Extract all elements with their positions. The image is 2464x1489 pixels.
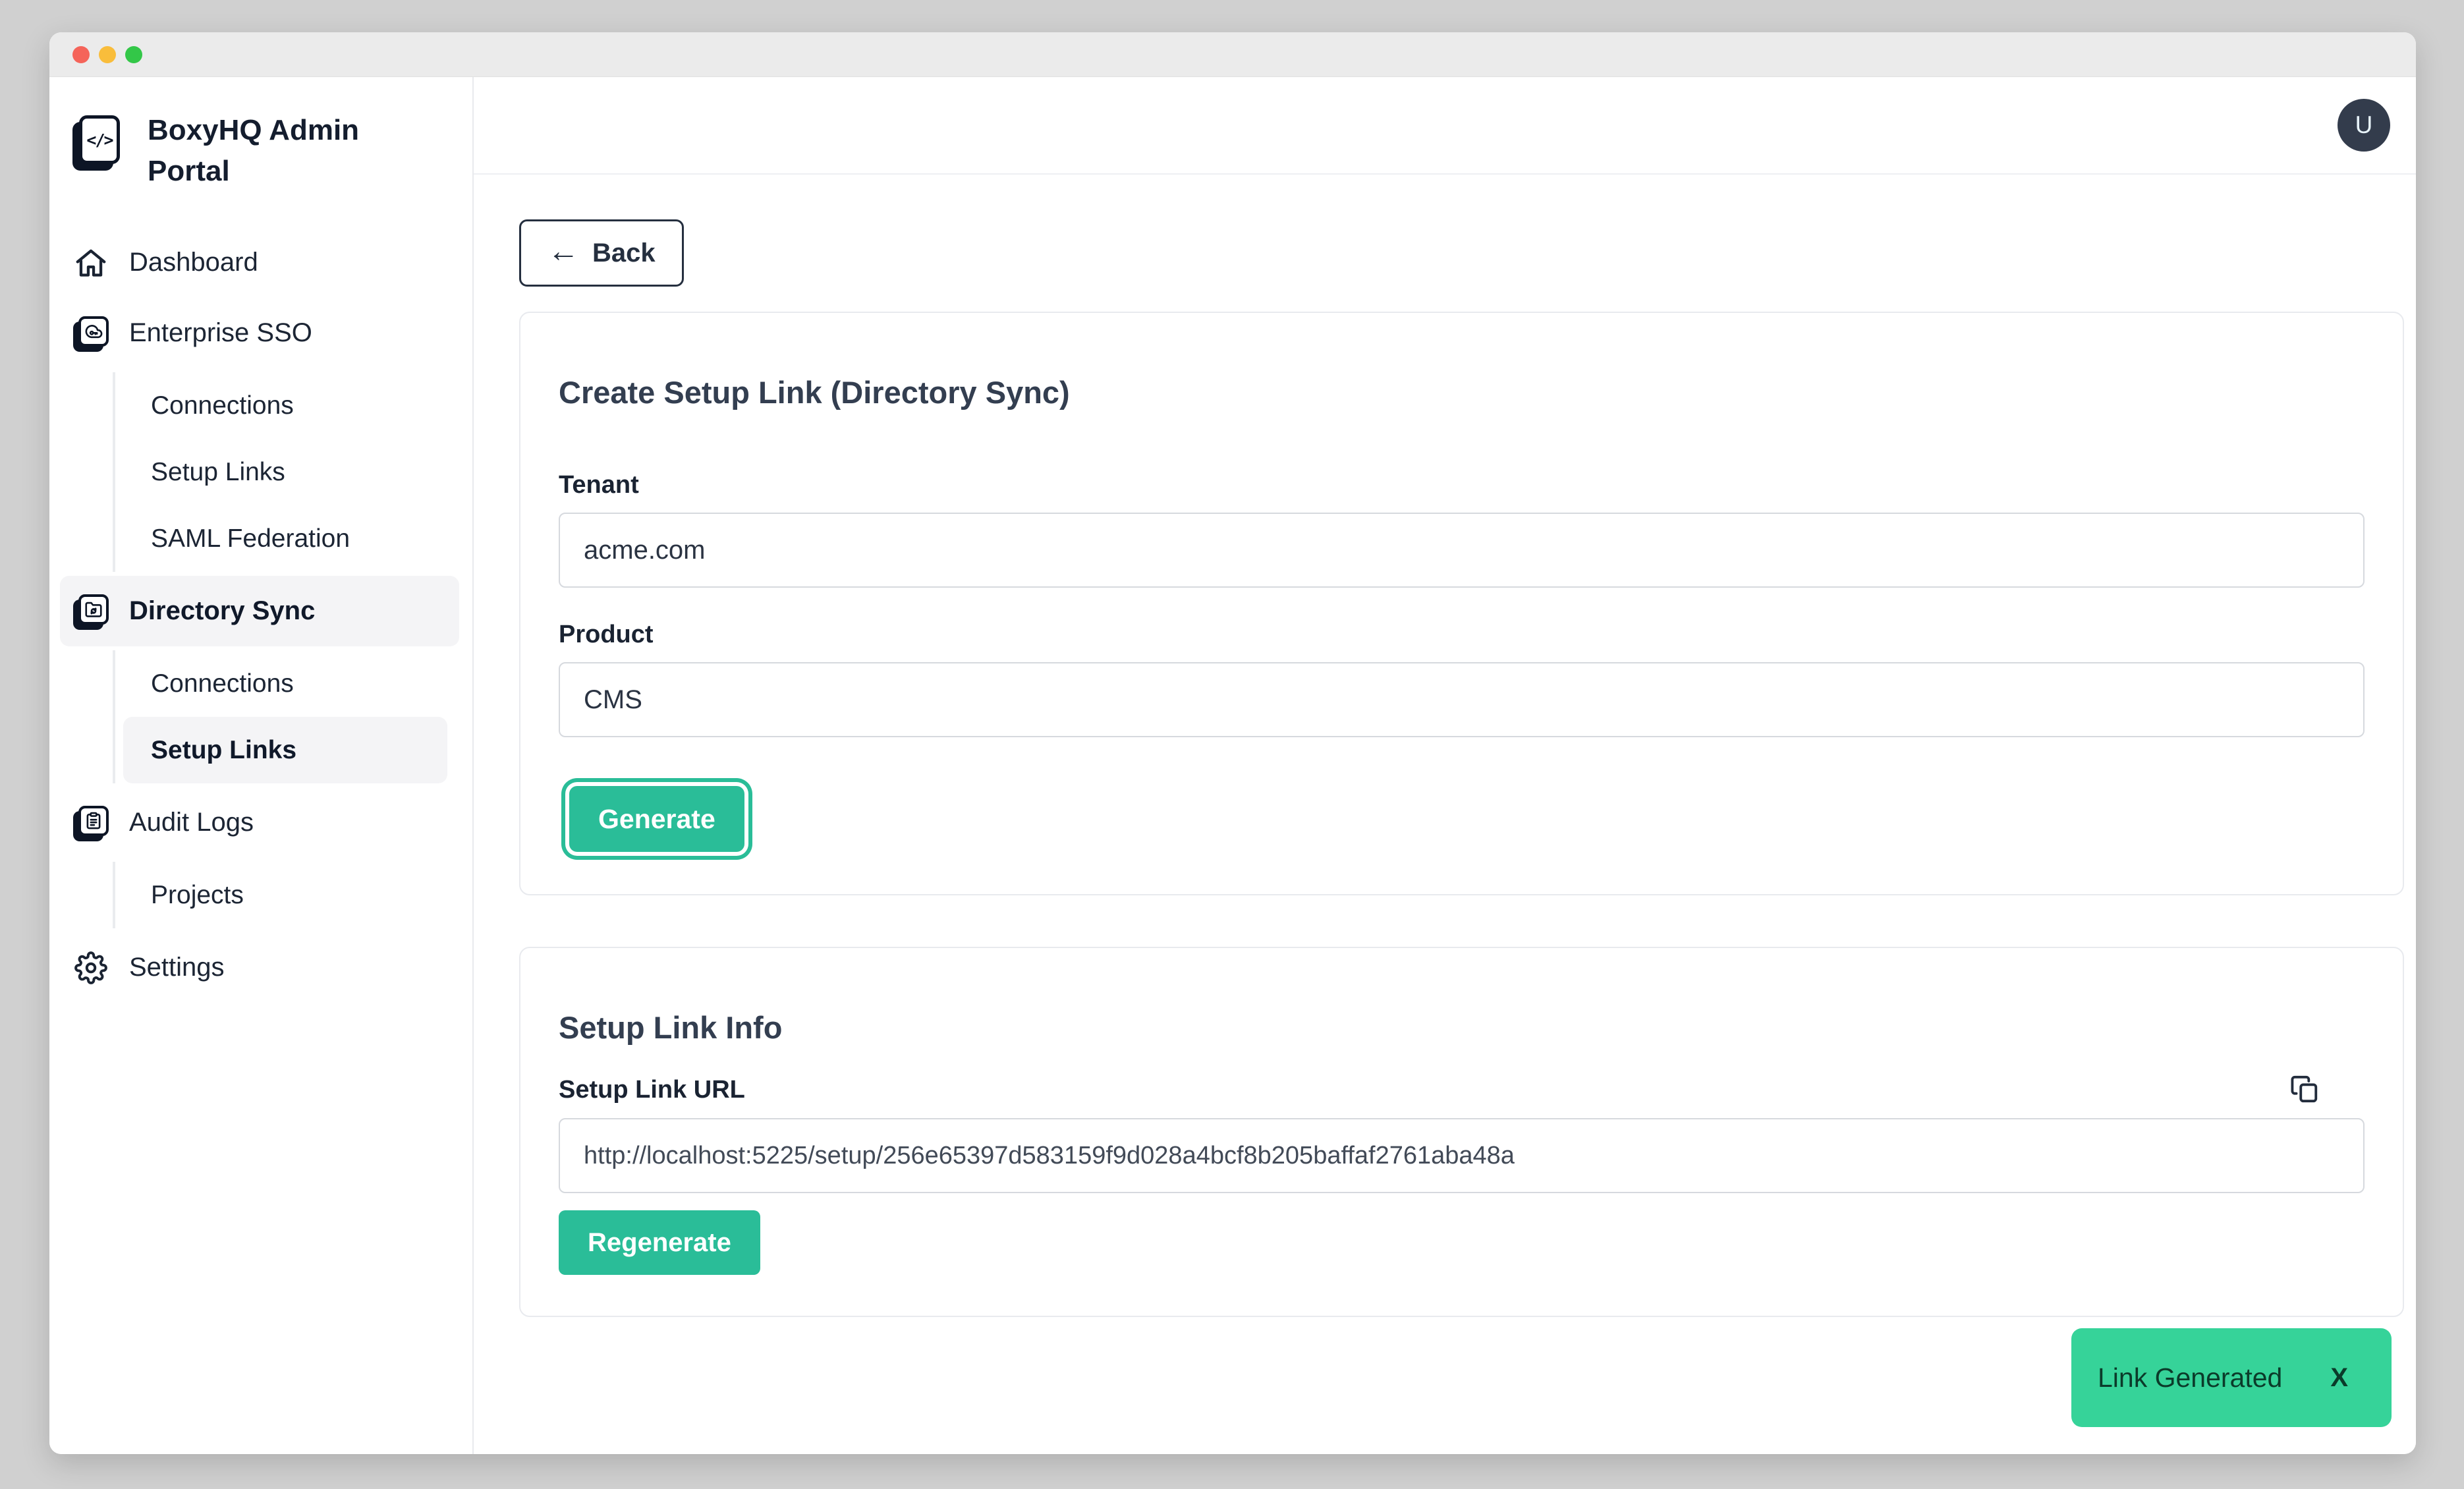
setup-link-info-card: Setup Link Info Setup Link URL Regenera	[519, 947, 2404, 1317]
arrow-left-icon: ←	[547, 236, 579, 267]
window-titlebar	[49, 32, 2416, 77]
app-title-line1: BoxyHQ Admin	[148, 110, 359, 151]
main-area: U ← Back Create Setup Link (Directory Sy…	[474, 77, 2416, 1454]
sidebar-item-enterprise-sso[interactable]: Enterprise SSO	[60, 298, 459, 368]
info-card-title: Setup Link Info	[559, 1009, 2365, 1046]
sidebar-item-sso-setup-links[interactable]: Setup Links	[123, 439, 447, 505]
audit-logs-subnav: Projects	[113, 862, 447, 928]
tenant-field-group: Tenant	[559, 471, 2365, 588]
clipboard-keycap-icon	[72, 804, 109, 841]
toast-notification: Link Generated X	[2071, 1328, 2392, 1427]
enterprise-sso-subnav: Connections Setup Links SAML Federation	[113, 372, 447, 572]
folder-sync-keycap-icon	[72, 593, 109, 630]
user-avatar[interactable]: U	[2338, 99, 2390, 152]
cloud-key-keycap-icon	[72, 315, 109, 352]
tenant-label: Tenant	[559, 471, 2365, 499]
traffic-light-close-button[interactable]	[72, 46, 90, 63]
sidebar-item-dsync-setup-links[interactable]: Setup Links	[123, 717, 447, 783]
sidebar-item-label: Directory Sync	[129, 596, 315, 626]
back-button[interactable]: ← Back	[519, 219, 684, 287]
sidebar-item-audit-logs[interactable]: Audit Logs	[60, 787, 459, 858]
sidebar-item-label: Audit Logs	[129, 808, 254, 837]
sidebar-nav: Dashboard Enterprise SSO	[60, 227, 459, 1003]
boxyhq-logo-icon: </>	[79, 115, 120, 164]
top-header: U	[474, 77, 2416, 175]
app-title: BoxyHQ Admin Portal	[148, 110, 359, 192]
generate-button[interactable]: Generate	[569, 786, 744, 852]
setup-link-url-input[interactable]	[559, 1118, 2365, 1193]
setup-link-url-label: Setup Link URL	[559, 1076, 745, 1104]
create-setup-link-card: Create Setup Link (Directory Sync) Tenan…	[519, 312, 2404, 895]
brand: </> BoxyHQ Admin Portal	[60, 110, 459, 192]
directory-sync-subnav: Connections Setup Links	[113, 650, 447, 783]
create-card-title: Create Setup Link (Directory Sync)	[559, 374, 2365, 410]
traffic-light-maximize-button[interactable]	[125, 46, 142, 63]
home-icon	[72, 244, 109, 281]
sidebar-item-dsync-connections[interactable]: Connections	[123, 650, 447, 717]
app-body: </> BoxyHQ Admin Portal Dashboard	[49, 77, 2416, 1454]
product-input[interactable]	[559, 662, 2365, 737]
gear-icon	[72, 949, 109, 986]
page-content: ← Back Create Setup Link (Directory Sync…	[474, 175, 2416, 1454]
traffic-light-minimize-button[interactable]	[99, 46, 116, 63]
setup-link-url-row: Setup Link URL	[559, 1073, 2365, 1106]
tenant-input[interactable]	[559, 513, 2365, 588]
copy-icon	[2289, 1074, 2320, 1104]
product-label: Product	[559, 621, 2365, 649]
sidebar-item-label: Settings	[129, 953, 225, 982]
regenerate-button[interactable]: Regenerate	[559, 1210, 760, 1275]
sidebar-item-saml-federation[interactable]: SAML Federation	[123, 505, 447, 572]
toast-message: Link Generated	[2098, 1363, 2282, 1393]
sidebar-item-projects[interactable]: Projects	[123, 862, 447, 928]
avatar-initial: U	[2355, 111, 2373, 139]
sidebar-item-label: Enterprise SSO	[129, 318, 312, 348]
copy-button[interactable]	[2288, 1073, 2321, 1106]
app-window: </> BoxyHQ Admin Portal Dashboard	[49, 32, 2416, 1454]
product-field-group: Product	[559, 621, 2365, 737]
code-glyph: </>	[86, 130, 112, 150]
sidebar-item-label: Dashboard	[129, 248, 258, 277]
sidebar: </> BoxyHQ Admin Portal Dashboard	[49, 77, 474, 1454]
back-button-label: Back	[592, 239, 656, 268]
app-title-line2: Portal	[148, 151, 359, 192]
sidebar-item-directory-sync[interactable]: Directory Sync	[60, 576, 459, 646]
sidebar-item-sso-connections[interactable]: Connections	[123, 372, 447, 439]
sidebar-item-settings[interactable]: Settings	[60, 932, 459, 1003]
toast-close-button[interactable]: X	[2330, 1363, 2348, 1393]
sidebar-item-dashboard[interactable]: Dashboard	[60, 227, 459, 298]
